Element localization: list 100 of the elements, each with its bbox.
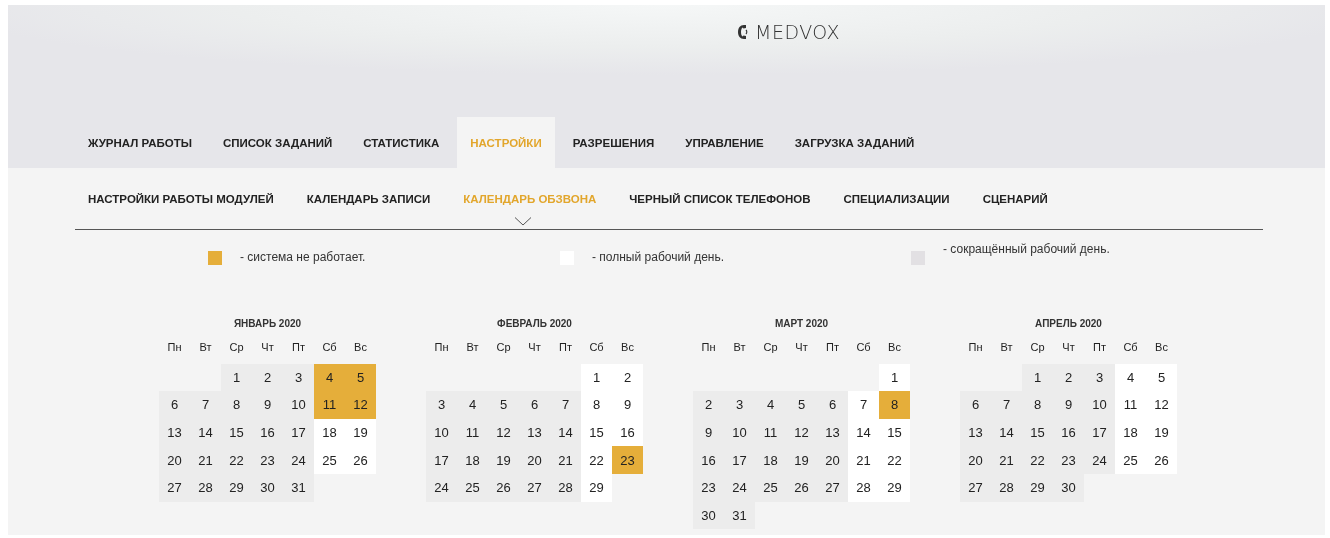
calendar-day[interactable]: 11 [457, 418, 488, 447]
calendar-day[interactable]: 27 [817, 473, 848, 502]
calendar-day[interactable]: 11 [1115, 391, 1146, 419]
calendar-day[interactable]: 23 [252, 446, 283, 474]
calendar-day[interactable]: 5 [1146, 363, 1177, 392]
nav-tab[interactable]: СТАТИСТИКА [350, 117, 453, 168]
calendar-day[interactable]: 29 [1022, 473, 1053, 502]
calendar-day[interactable]: 28 [848, 473, 879, 502]
calendar-day[interactable]: 9 [1053, 391, 1084, 419]
calendar-day[interactable]: 3 [283, 363, 314, 392]
calendar-day[interactable]: 19 [488, 446, 519, 474]
calendar-day[interactable]: 31 [724, 501, 755, 530]
calendar-day[interactable]: 4 [457, 391, 488, 419]
calendar-day[interactable]: 14 [550, 418, 581, 447]
calendar-day[interactable]: 17 [724, 446, 755, 474]
calendar-day[interactable]: 24 [426, 473, 457, 502]
calendar-day[interactable]: 22 [1022, 446, 1053, 474]
calendar-day[interactable]: 20 [817, 446, 848, 474]
nav-tab[interactable]: СПИСОК ЗАДАНИЙ [210, 117, 346, 168]
calendar-day[interactable]: 22 [221, 446, 252, 474]
calendar-day[interactable]: 23 [1053, 446, 1084, 474]
calendar-day[interactable]: 1 [879, 363, 910, 392]
calendar-day[interactable]: 22 [879, 446, 910, 474]
calendar-day[interactable]: 17 [1084, 418, 1115, 447]
nav-tab[interactable]: ЗАГРУЗКА ЗАДАНИЙ [781, 117, 928, 168]
nav-tab[interactable]: ЖУРНАЛ РАБОТЫ [75, 117, 205, 168]
calendar-day[interactable]: 8 [1022, 391, 1053, 419]
calendar-day[interactable]: 4 [314, 363, 345, 392]
calendar-day[interactable]: 7 [190, 391, 221, 419]
calendar-day[interactable]: 28 [991, 473, 1022, 502]
calendar-day[interactable]: 16 [1053, 418, 1084, 447]
calendar-day[interactable]: 28 [190, 473, 221, 502]
calendar-day[interactable]: 4 [755, 391, 786, 419]
calendar-day[interactable]: 24 [1084, 446, 1115, 474]
calendar-day[interactable]: 2 [612, 363, 643, 392]
calendar-day[interactable]: 12 [345, 391, 376, 419]
calendar-day[interactable]: 1 [221, 363, 252, 392]
calendar-day[interactable]: 18 [457, 446, 488, 474]
calendar-day[interactable]: 9 [252, 391, 283, 419]
calendar-day[interactable]: 13 [817, 418, 848, 447]
calendar-day[interactable]: 28 [550, 473, 581, 502]
calendar-day[interactable]: 7 [848, 391, 879, 419]
calendar-day[interactable]: 6 [960, 391, 991, 419]
calendar-day[interactable]: 5 [345, 363, 376, 392]
calendar-day[interactable]: 15 [221, 418, 252, 447]
calendar-day[interactable]: 2 [693, 391, 724, 419]
calendar-day[interactable]: 26 [488, 473, 519, 502]
calendar-day[interactable]: 19 [345, 418, 376, 447]
calendar-day[interactable]: 26 [786, 473, 817, 502]
calendar-day[interactable]: 30 [1053, 473, 1084, 502]
calendar-day[interactable]: 15 [879, 418, 910, 447]
calendar-day[interactable]: 16 [252, 418, 283, 447]
calendar-day[interactable]: 30 [693, 501, 724, 530]
calendar-day[interactable]: 24 [283, 446, 314, 474]
settings-tab[interactable]: СЦЕНАРИЙ [969, 192, 1061, 205]
calendar-day[interactable]: 17 [426, 446, 457, 474]
calendar-day[interactable]: 9 [693, 418, 724, 447]
calendar-day[interactable]: 1 [581, 363, 612, 392]
calendar-day[interactable]: 15 [581, 418, 612, 447]
calendar-day[interactable]: 11 [755, 418, 786, 447]
calendar-day[interactable]: 9 [612, 391, 643, 419]
calendar-day[interactable]: 26 [345, 446, 376, 474]
calendar-day[interactable]: 10 [724, 418, 755, 447]
calendar-day[interactable]: 2 [252, 363, 283, 392]
calendar-day[interactable]: 8 [581, 391, 612, 419]
calendar-day[interactable]: 7 [991, 391, 1022, 419]
calendar-day[interactable]: 25 [1115, 446, 1146, 474]
calendar-day[interactable]: 21 [190, 446, 221, 474]
calendar-day[interactable]: 8 [221, 391, 252, 419]
calendar-day[interactable]: 5 [488, 391, 519, 419]
calendar-day[interactable]: 16 [693, 446, 724, 474]
calendar-day[interactable]: 13 [519, 418, 550, 447]
calendar-day[interactable]: 20 [960, 446, 991, 474]
calendar-day[interactable]: 10 [1084, 391, 1115, 419]
calendar-day[interactable]: 19 [1146, 418, 1177, 447]
settings-tab[interactable]: КАЛЕНДАРЬ ЗАПИСИ [293, 192, 444, 205]
calendar-day[interactable]: 26 [1146, 446, 1177, 474]
calendar-day[interactable]: 20 [519, 446, 550, 474]
calendar-day[interactable]: 13 [159, 418, 190, 447]
calendar-day[interactable]: 12 [786, 418, 817, 447]
calendar-day[interactable]: 6 [817, 391, 848, 419]
calendar-day[interactable]: 25 [314, 446, 345, 474]
calendar-day[interactable]: 24 [724, 473, 755, 502]
nav-tab[interactable]: УПРАВЛЕНИЕ [672, 117, 777, 168]
calendar-day[interactable]: 7 [550, 391, 581, 419]
calendar-day[interactable]: 29 [221, 473, 252, 502]
calendar-day[interactable]: 16 [612, 418, 643, 447]
calendar-day[interactable]: 6 [159, 391, 190, 419]
settings-tab[interactable]: ЧЕРНЫЙ СПИСОК ТЕЛЕФОНОВ [616, 192, 824, 205]
calendar-day[interactable]: 21 [848, 446, 879, 474]
calendar-day[interactable]: 29 [581, 473, 612, 502]
calendar-day[interactable]: 15 [1022, 418, 1053, 447]
calendar-day[interactable]: 30 [252, 473, 283, 502]
calendar-day[interactable]: 13 [960, 418, 991, 447]
calendar-day[interactable]: 18 [314, 418, 345, 447]
calendar-day[interactable]: 14 [991, 418, 1022, 447]
calendar-day[interactable]: 14 [190, 418, 221, 447]
settings-tab[interactable]: НАСТРОЙКИ РАБОТЫ МОДУЛЕЙ [75, 192, 287, 205]
calendar-day[interactable]: 27 [519, 473, 550, 502]
calendar-day[interactable]: 31 [283, 473, 314, 502]
